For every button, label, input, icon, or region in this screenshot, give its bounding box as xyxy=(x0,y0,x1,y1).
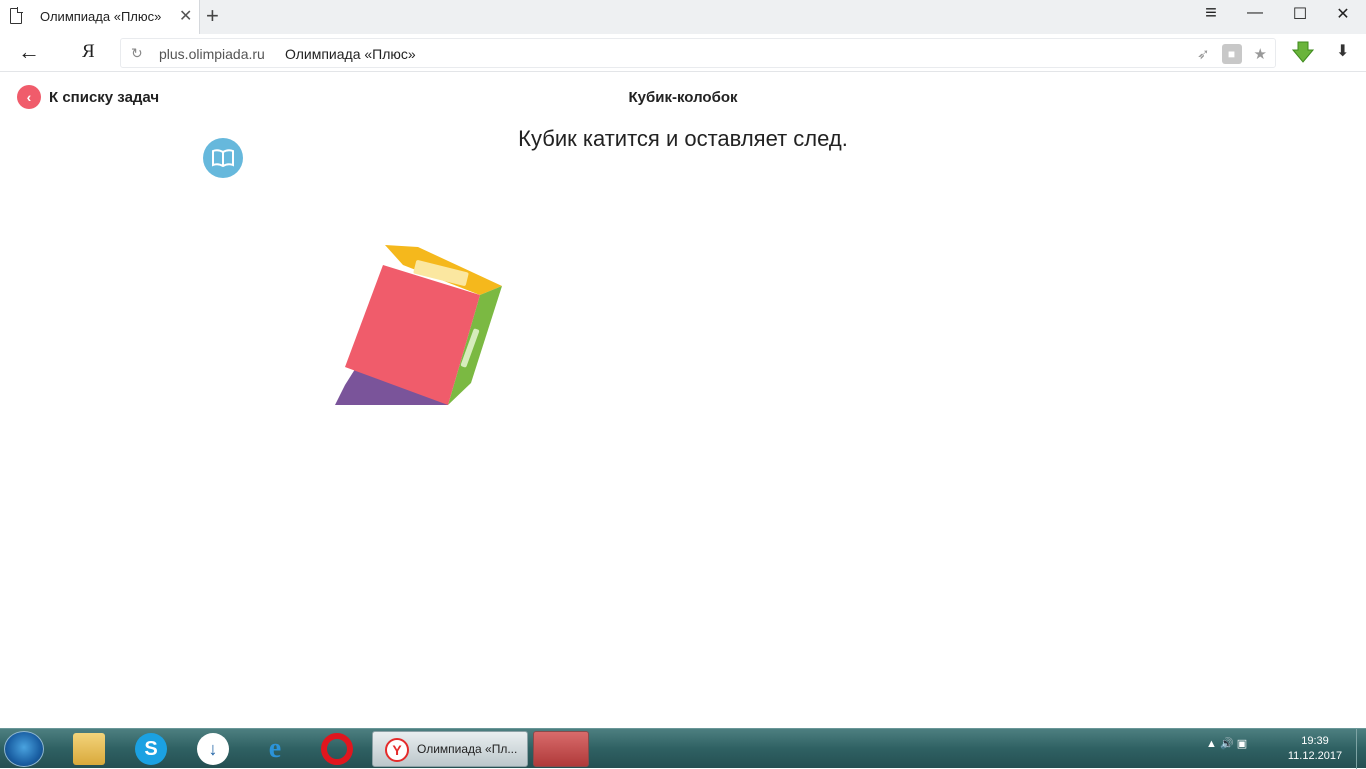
taskbar-task-label: Олимпиада «Пл... xyxy=(417,742,518,756)
show-desktop-button[interactable] xyxy=(1356,729,1366,769)
rolling-cube-animation xyxy=(335,245,502,405)
start-button[interactable] xyxy=(4,731,44,767)
windows-taskbar: S ↓ e Y Олимпиада «Пл... ▲ 🔊 ▣ 19:39 11.… xyxy=(0,728,1366,769)
opera-icon[interactable] xyxy=(321,733,353,765)
url-page-title[interactable]: Олимпиада «Плюс» xyxy=(285,46,416,62)
reload-icon[interactable]: ↻ xyxy=(131,45,143,62)
taskbar-active-browser[interactable]: Y Олимпиада «Пл... xyxy=(372,731,528,767)
explorer-folder-icon[interactable] xyxy=(73,733,105,765)
download-icon[interactable]: ⬇ xyxy=(1336,41,1349,61)
tab-title: Олимпиада «Плюс» xyxy=(40,9,162,24)
rocket-icon[interactable]: ➶ xyxy=(1197,45,1210,63)
yandex-browser-icon: Y xyxy=(385,738,409,762)
yandex-logo[interactable]: Я xyxy=(82,41,95,63)
tab-close-icon[interactable]: ✕ xyxy=(179,6,192,26)
omnibox-icons: ➶ ■ ★ xyxy=(1197,44,1267,64)
close-icon[interactable]: ✕ xyxy=(1328,4,1358,24)
clock-time: 19:39 xyxy=(1301,735,1329,747)
clock-date: 11.12.2017 xyxy=(1287,750,1343,762)
omnibox[interactable]: ↻ plus.olimpiada.ru Олимпиада «Плюс» ➶ ■… xyxy=(120,38,1276,68)
book-icon[interactable] xyxy=(203,138,243,178)
internet-explorer-icon[interactable]: e xyxy=(259,733,291,765)
bookmark-star-icon[interactable]: ★ xyxy=(1254,45,1267,63)
browser-tab[interactable]: Олимпиада «Плюс» ✕ xyxy=(0,0,200,34)
menu-icon[interactable]: ≡ xyxy=(1196,2,1226,25)
download-master-icon[interactable]: ↓ xyxy=(197,733,229,765)
address-bar-row: ← Я ↻ plus.olimpiada.ru Олимпиада «Плюс»… xyxy=(0,34,1366,72)
page-icon xyxy=(10,7,23,24)
task-title: Кубик-колобок xyxy=(628,89,738,106)
back-arrow-icon[interactable]: ← xyxy=(18,39,40,65)
maximize-icon[interactable]: ☐ xyxy=(1285,4,1315,24)
browser-tabbar: Олимпиада «Плюс» ✕ + ≡ — ☐ ✕ xyxy=(0,0,1366,34)
downloads-arrow-icon[interactable] xyxy=(1292,40,1314,64)
skype-icon[interactable]: S xyxy=(135,733,167,765)
minimize-icon[interactable]: — xyxy=(1240,4,1270,22)
lock-icon[interactable]: ■ xyxy=(1221,44,1242,64)
url-host[interactable]: plus.olimpiada.ru xyxy=(159,46,265,62)
clock[interactable]: 19:39 11.12.2017 xyxy=(1280,734,1350,764)
tray-icons[interactable]: ▲ 🔊 ▣ xyxy=(1206,737,1247,750)
new-tab-button[interactable]: + xyxy=(206,3,219,29)
scissors-icon[interactable] xyxy=(533,731,589,767)
